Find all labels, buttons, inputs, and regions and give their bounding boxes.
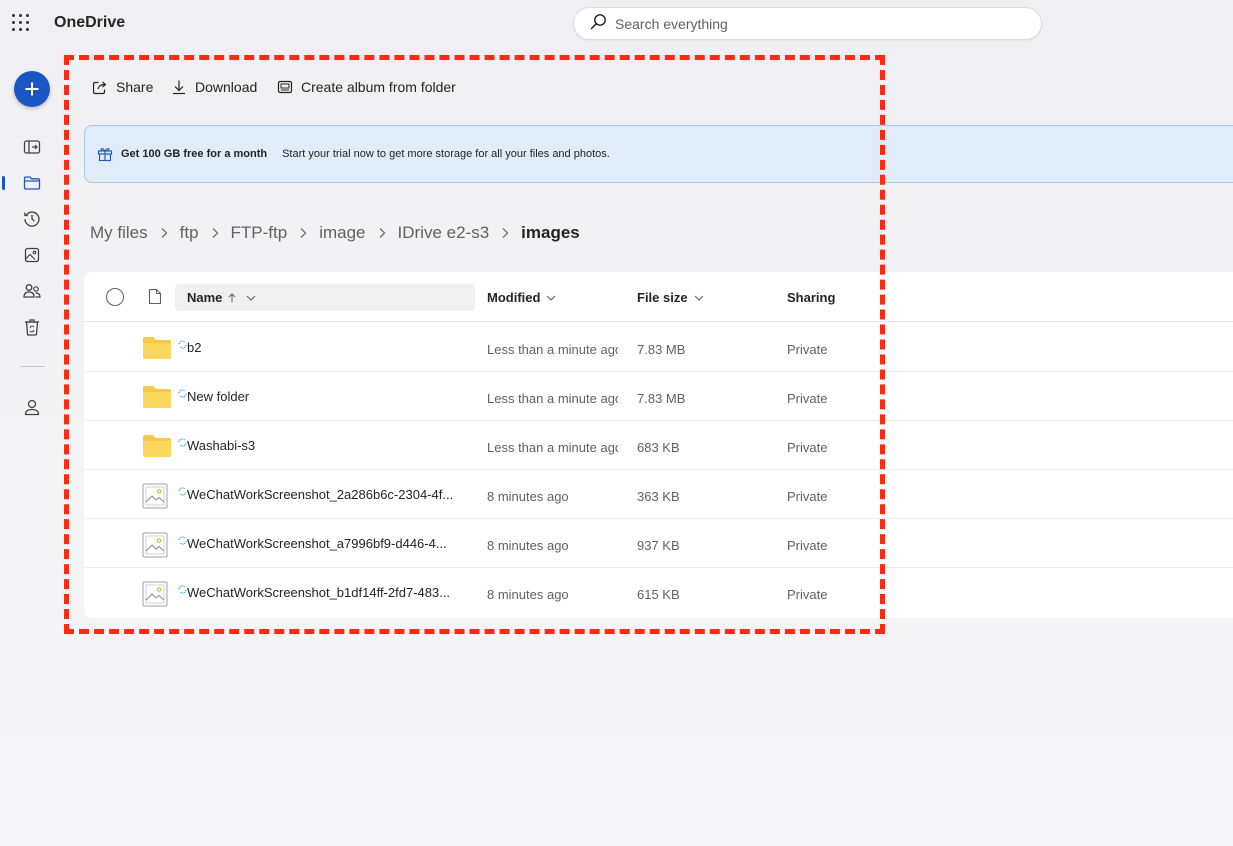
sharing-cell: Private xyxy=(787,538,828,553)
modified-cell: Less than a minute ago xyxy=(487,440,618,455)
nav-my-files-folder-icon[interactable] xyxy=(22,173,42,193)
nav-photos-icon[interactable] xyxy=(22,245,42,265)
sort-ascending-icon xyxy=(228,292,236,303)
create-album-button[interactable]: Create album from folder xyxy=(277,79,456,95)
file-name[interactable]: WeChatWorkScreenshot_2a286b6c-2304-4f... xyxy=(187,487,453,502)
size-column-label: File size xyxy=(637,290,688,305)
nav-recycle-bin-icon[interactable] xyxy=(22,317,42,337)
file-name[interactable]: b2 xyxy=(187,340,201,355)
chevron-right-icon xyxy=(211,227,219,239)
file-name[interactable]: WeChatWorkScreenshot_b1df14ff-2fd7-483..… xyxy=(187,585,450,600)
search-icon xyxy=(590,13,607,35)
modified-cell: Less than a minute ago xyxy=(487,342,618,357)
size-cell: 7.83 MB xyxy=(637,342,686,357)
nav-shared-people-icon[interactable] xyxy=(22,281,42,301)
file-name[interactable]: Washabi-s3 xyxy=(187,438,255,453)
modified-cell: 8 minutes ago xyxy=(487,587,569,602)
size-cell: 683 KB xyxy=(637,440,680,455)
breadcrumb-current: images xyxy=(521,223,580,242)
size-cell: 937 KB xyxy=(637,538,680,553)
rail-divider xyxy=(20,366,45,367)
chevron-down-icon xyxy=(246,295,256,301)
sharing-cell: Private xyxy=(787,391,828,406)
table-row[interactable]: b2 Less than a minute ago 7.83 MB Privat… xyxy=(84,323,1233,372)
modified-cell: Less than a minute ago xyxy=(487,391,618,406)
column-header-name[interactable]: Name xyxy=(175,284,475,311)
column-header-sharing[interactable]: Sharing xyxy=(787,290,835,305)
sync-icon xyxy=(178,532,187,550)
sync-icon xyxy=(178,483,187,501)
chevron-right-icon xyxy=(378,227,386,239)
chevron-right-icon xyxy=(160,227,168,239)
breadcrumb: My files ftp FTP-ftp image IDrive e2-s3 … xyxy=(90,223,580,243)
modified-cell: 8 minutes ago xyxy=(487,538,569,553)
file-type-icon xyxy=(148,288,162,310)
sharing-column-label: Sharing xyxy=(787,290,836,305)
storage-trial-banner[interactable]: Get 100 GB free for a month Start your t… xyxy=(84,125,1233,183)
search-box[interactable] xyxy=(573,7,1042,40)
app-title[interactable]: OneDrive xyxy=(54,14,125,32)
share-label: Share xyxy=(116,79,154,95)
file-name[interactable]: New folder xyxy=(187,389,249,404)
name-column-label: Name xyxy=(187,290,223,305)
share-button[interactable]: Share xyxy=(92,79,153,95)
file-list: Name Modified File size Sharing b2 Less … xyxy=(84,272,1233,618)
sharing-cell: Private xyxy=(787,489,828,504)
search-input[interactable] xyxy=(615,15,1015,32)
gift-icon xyxy=(97,147,113,162)
size-cell: 615 KB xyxy=(637,587,680,602)
modified-cell: 8 minutes ago xyxy=(487,489,569,504)
create-new-button[interactable] xyxy=(14,71,50,107)
banner-text: Start your trial now to get more storage… xyxy=(282,148,610,160)
sync-icon xyxy=(178,385,187,403)
chevron-right-icon xyxy=(501,227,509,239)
file-name[interactable]: WeChatWorkScreenshot_a7996bf9-d446-4... xyxy=(187,536,447,551)
nav-home-icon[interactable] xyxy=(22,137,42,157)
sharing-cell: Private xyxy=(787,440,828,455)
modified-column-label: Modified xyxy=(487,290,541,305)
table-row[interactable]: New folder Less than a minute ago 7.83 M… xyxy=(84,372,1233,421)
sync-icon xyxy=(178,336,187,354)
breadcrumb-item[interactable]: IDrive e2-s3 xyxy=(398,223,490,243)
table-row[interactable]: WeChatWorkScreenshot_2a286b6c-2304-4f...… xyxy=(84,470,1233,519)
folder-icon xyxy=(142,336,172,365)
nav-recent-clock-icon[interactable] xyxy=(22,209,42,229)
table-row[interactable]: Washabi-s3 Less than a minute ago 683 KB… xyxy=(84,421,1233,470)
column-header-modified[interactable]: Modified xyxy=(487,290,556,305)
table-row[interactable]: WeChatWorkScreenshot_b1df14ff-2fd7-483..… xyxy=(84,568,1233,617)
share-icon xyxy=(92,81,107,95)
sync-icon xyxy=(178,434,187,452)
image-file-icon xyxy=(142,532,168,563)
column-header-file-size[interactable]: File size xyxy=(637,290,704,305)
album-icon xyxy=(277,80,293,94)
breadcrumb-item[interactable]: FTP-ftp xyxy=(231,223,288,243)
nav-people-person-icon[interactable] xyxy=(22,397,42,417)
app-launcher-icon[interactable] xyxy=(12,14,30,32)
chevron-down-icon xyxy=(694,295,703,301)
sync-icon xyxy=(178,581,187,599)
select-all-checkbox[interactable] xyxy=(106,288,124,306)
sharing-cell: Private xyxy=(787,587,828,602)
size-cell: 363 KB xyxy=(637,489,680,504)
breadcrumb-item[interactable]: ftp xyxy=(180,223,199,243)
size-cell: 7.83 MB xyxy=(637,391,686,406)
folder-icon xyxy=(142,385,172,414)
create-album-label: Create album from folder xyxy=(301,79,456,95)
sharing-cell: Private xyxy=(787,342,828,357)
download-button[interactable]: Download xyxy=(171,79,257,95)
file-list-header: Name Modified File size Sharing xyxy=(84,272,1233,322)
download-icon xyxy=(173,80,185,95)
banner-title: Get 100 GB free for a month xyxy=(121,148,268,160)
download-label: Download xyxy=(195,79,258,95)
chevron-down-icon xyxy=(547,295,556,301)
active-nav-indicator xyxy=(2,176,5,190)
breadcrumb-item[interactable]: image xyxy=(319,223,365,243)
breadcrumb-item[interactable]: My files xyxy=(90,223,148,243)
image-file-icon xyxy=(142,483,168,514)
image-file-icon xyxy=(142,581,168,612)
chevron-right-icon xyxy=(299,227,307,239)
folder-icon xyxy=(142,434,172,463)
table-row[interactable]: WeChatWorkScreenshot_a7996bf9-d446-4... … xyxy=(84,519,1233,568)
plus-icon xyxy=(25,82,39,96)
